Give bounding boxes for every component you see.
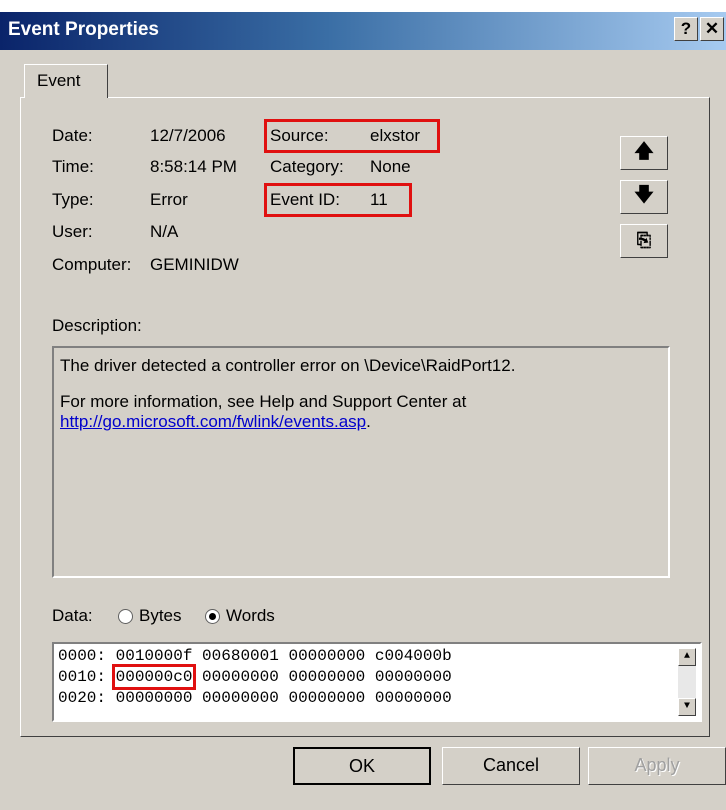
- data-word: 00000000: [202, 689, 279, 707]
- tab-event[interactable]: Event: [24, 64, 108, 98]
- data-word: 00000000: [374, 668, 452, 686]
- data-label: Data:: [52, 606, 93, 625]
- help-link[interactable]: http://go.microsoft.com/fwlink/events.as…: [60, 412, 366, 431]
- tab-event-label: Event: [37, 71, 81, 90]
- bytes-radio-circle: [118, 609, 133, 625]
- data-word: 00000000: [288, 647, 366, 665]
- bytes-radio-label: Bytes: [139, 606, 182, 625]
- words-radio[interactable]: Words: [205, 606, 275, 626]
- data-word: 00680001: [202, 647, 279, 665]
- description-label: Description:: [52, 316, 142, 335]
- help-button[interactable]: ?: [674, 17, 698, 41]
- up-arrow-icon: 🡅: [634, 141, 654, 162]
- previous-event-button[interactable]: 🡅: [620, 136, 668, 170]
- data-word: 000000c0: [111, 664, 197, 690]
- words-radio-label: Words: [226, 606, 275, 625]
- user-value: N/A: [150, 222, 179, 241]
- scroll-down-icon[interactable]: ▼: [678, 698, 696, 716]
- eventid-highlight-box: [264, 183, 412, 217]
- window-title: Event Properties: [8, 19, 159, 40]
- row-offset: 0010:: [58, 668, 107, 686]
- row-offset: 0000:: [58, 647, 107, 665]
- data-word: 00000000: [115, 689, 193, 707]
- data-word: 00000000: [288, 668, 366, 686]
- copy-icon: ⎘: [636, 230, 652, 250]
- data-word: 00000000: [288, 689, 366, 707]
- data-word: 00000000: [374, 689, 452, 707]
- data-word: 00000000: [202, 668, 279, 686]
- description-textbox[interactable]: The driver detected a controller error o…: [52, 346, 670, 578]
- computer-value: GEMINIDW: [150, 255, 239, 274]
- next-event-button[interactable]: 🡇: [620, 180, 668, 214]
- data-listbox[interactable]: 0000: 0010000f 00680001 00000000 c004000…: [52, 642, 702, 722]
- time-label: Time:: [52, 157, 94, 176]
- data-row: 0010: 000000c0 00000000 00000000 0000000…: [58, 664, 696, 690]
- time-value: 8:58:14 PM: [150, 157, 237, 176]
- type-label: Type:: [52, 190, 94, 209]
- description-line-2: For more information, see Help and Suppo…: [60, 392, 467, 411]
- words-radio-circle: [205, 609, 220, 625]
- title-bar: Event Properties ? ✕: [0, 12, 726, 50]
- bytes-radio[interactable]: Bytes: [118, 606, 182, 626]
- computer-label: Computer:: [52, 255, 132, 274]
- description-line-1: The driver detected a controller error o…: [60, 356, 516, 375]
- data-scrollbar[interactable]: ▲ ▼: [678, 648, 696, 716]
- ok-button[interactable]: OK: [293, 747, 431, 785]
- category-value: None: [370, 157, 411, 176]
- event-properties-window: Event Properties ? ✕ Event Date: 12/7/20…: [0, 12, 726, 810]
- data-row: 0020: 00000000 00000000 00000000 0000000…: [58, 688, 696, 709]
- apply-button[interactable]: Apply: [588, 747, 726, 785]
- category-label: Category:: [270, 157, 344, 176]
- date-label: Date:: [52, 126, 93, 145]
- source-highlight-box: [264, 119, 440, 153]
- data-word: 0010000f: [115, 647, 193, 665]
- down-arrow-icon: 🡇: [634, 185, 654, 206]
- cancel-button[interactable]: Cancel: [442, 747, 580, 785]
- close-button[interactable]: ✕: [700, 17, 724, 41]
- scroll-up-icon[interactable]: ▲: [678, 648, 696, 666]
- copy-event-button[interactable]: ⎘: [620, 224, 668, 258]
- data-word: c004000b: [374, 647, 452, 665]
- link-suffix: .: [366, 412, 371, 431]
- date-value: 12/7/2006: [150, 126, 226, 145]
- scrollbar-track[interactable]: [678, 666, 696, 698]
- row-offset: 0020:: [58, 689, 107, 707]
- data-row: 0000: 0010000f 00680001 00000000 c004000…: [58, 646, 696, 667]
- user-label: User:: [52, 222, 93, 241]
- type-value: Error: [150, 190, 188, 209]
